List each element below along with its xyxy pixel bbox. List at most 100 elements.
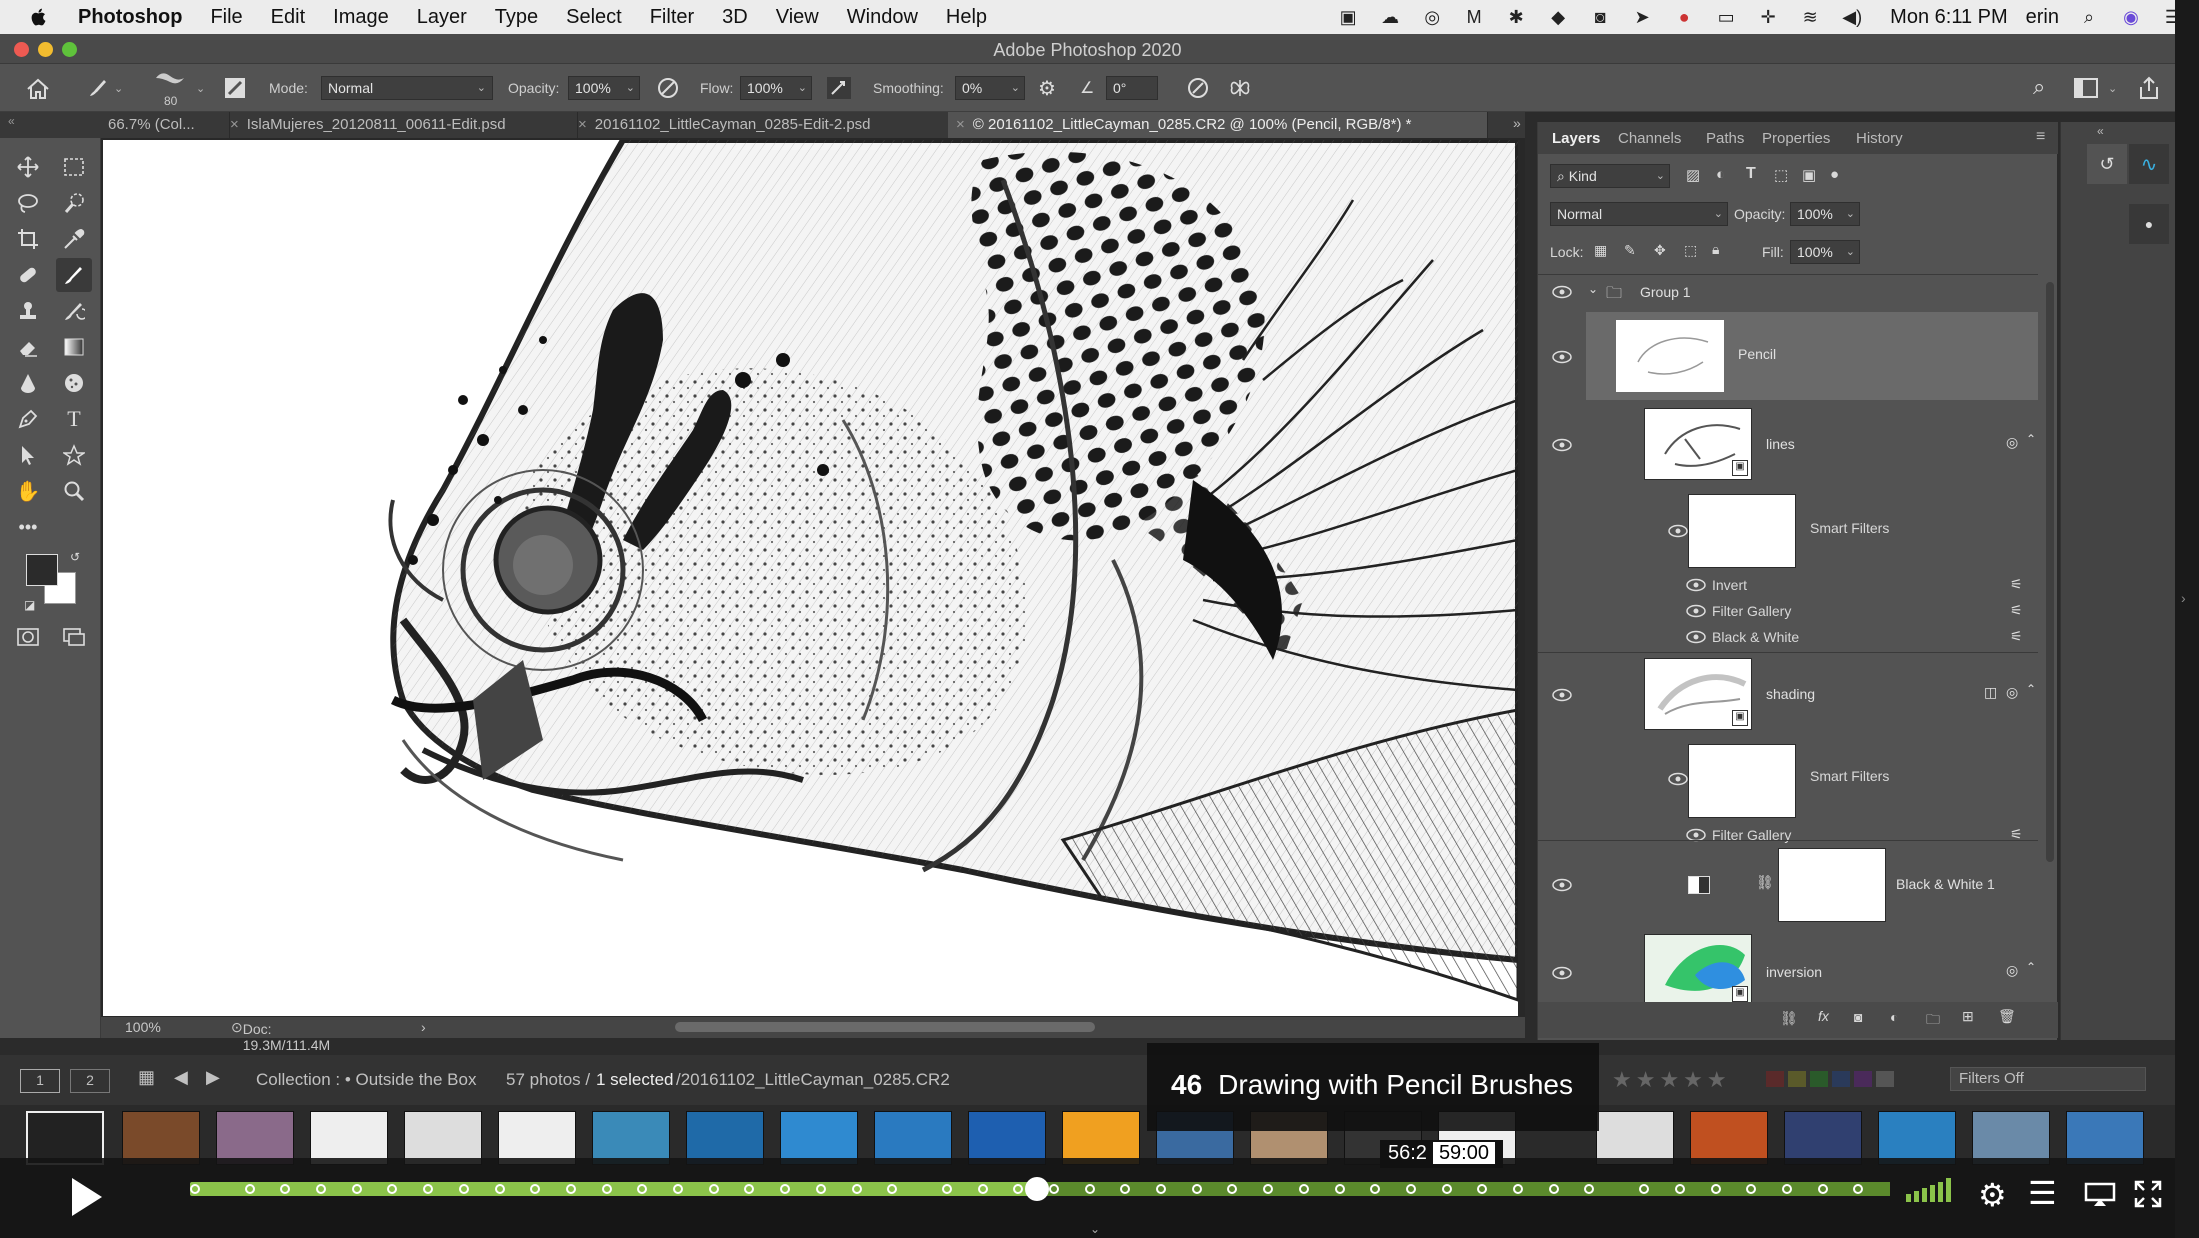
airbrush-icon[interactable] bbox=[826, 76, 852, 100]
record-icon[interactable]: ● bbox=[1672, 6, 1696, 28]
apple-icon[interactable] bbox=[28, 6, 50, 28]
swap-colors-icon[interactable]: ↺ bbox=[70, 550, 80, 564]
chapter-marker[interactable] bbox=[816, 1184, 826, 1194]
close-tab-icon[interactable]: × bbox=[578, 116, 587, 133]
chapter-marker[interactable] bbox=[1513, 1184, 1523, 1194]
visibility-eye-icon[interactable] bbox=[1552, 350, 1572, 364]
share-icon[interactable] bbox=[2138, 76, 2160, 100]
menubar-clock[interactable]: Mon 6:11 PM bbox=[1890, 6, 2007, 29]
chapters-list-icon[interactable]: ☰ bbox=[2028, 1174, 2057, 1212]
filter-options-icon[interactable]: ⚟ bbox=[2010, 602, 2023, 619]
chapter-marker[interactable] bbox=[1335, 1184, 1345, 1194]
foreground-color-swatch-top[interactable] bbox=[26, 554, 58, 586]
filmstrip-thumb[interactable] bbox=[1784, 1111, 1862, 1165]
dropbox-icon[interactable]: ◆ bbox=[1546, 6, 1570, 28]
filmstrip-thumb[interactable] bbox=[26, 1111, 104, 1165]
wifi-icon[interactable]: ≋ bbox=[1798, 6, 1822, 28]
one-password-icon[interactable]: ◎ bbox=[1420, 6, 1444, 28]
visibility-eye-icon[interactable] bbox=[1686, 578, 1706, 592]
pressure-size-icon[interactable] bbox=[1186, 76, 1210, 100]
filter-smart-object-icon[interactable]: ▣ bbox=[1802, 166, 1816, 184]
monitor-1-button[interactable]: 1 bbox=[20, 1069, 60, 1093]
mode-select[interactable]: Normal ⌄ bbox=[321, 76, 493, 100]
m-app-icon[interactable]: M bbox=[1462, 6, 1486, 28]
chapter-marker[interactable] bbox=[1782, 1184, 1792, 1194]
zoom-tool-icon[interactable] bbox=[56, 474, 92, 508]
filter-toggle-icon[interactable]: ● bbox=[1830, 166, 1839, 183]
default-colors-icon[interactable]: ◪ bbox=[24, 598, 35, 612]
filmstrip-thumb[interactable] bbox=[592, 1111, 670, 1165]
video-timeline[interactable] bbox=[190, 1177, 1890, 1201]
filmstrip-thumb[interactable] bbox=[2066, 1111, 2144, 1165]
chapter-marker[interactable] bbox=[1120, 1184, 1130, 1194]
tab-paths[interactable]: Paths bbox=[1706, 130, 1744, 147]
filters-select[interactable]: Filters Off bbox=[1950, 1067, 2146, 1091]
chapter-marker[interactable] bbox=[1442, 1184, 1452, 1194]
history-brush-tool-icon[interactable] bbox=[56, 294, 92, 328]
chapter-marker[interactable] bbox=[673, 1184, 683, 1194]
expand-panels-icon[interactable]: « bbox=[2097, 124, 2104, 138]
chevron-right-icon[interactable]: › bbox=[2181, 590, 2186, 606]
chapter-marker[interactable] bbox=[1049, 1184, 1059, 1194]
layer-mask-thumbnail[interactable] bbox=[1778, 848, 1886, 922]
chapter-marker[interactable] bbox=[530, 1184, 540, 1194]
chapter-marker[interactable] bbox=[1639, 1184, 1649, 1194]
curves-panel-icon[interactable]: ∿ bbox=[2129, 144, 2169, 184]
crop-tool-icon[interactable] bbox=[10, 222, 46, 256]
chapter-marker[interactable] bbox=[495, 1184, 505, 1194]
visibility-eye-icon[interactable] bbox=[1686, 604, 1706, 618]
airplay-icon[interactable]: ▭ bbox=[1714, 6, 1738, 28]
adjustment-layer-row[interactable]: ⛓ Black & White 1 bbox=[1538, 842, 2038, 928]
filmstrip-thumb[interactable] bbox=[404, 1111, 482, 1165]
layer-row[interactable]: ▣ shading ◫ ◎ ⌃ bbox=[1538, 652, 2038, 738]
filmstrip-thumb[interactable] bbox=[1596, 1111, 1674, 1165]
visibility-eye-icon[interactable] bbox=[1552, 285, 1572, 299]
smart-filters-row[interactable]: Smart Filters bbox=[1538, 738, 2038, 822]
lock-artboard-icon[interactable]: ⬚ bbox=[1684, 242, 1697, 259]
layers-scrollbar[interactable] bbox=[2046, 282, 2054, 862]
grid-view-icon[interactable]: ▦ bbox=[138, 1067, 155, 1088]
new-group-icon[interactable]: 🗀︎ bbox=[1926, 1009, 1940, 1033]
menu-view[interactable]: View bbox=[776, 6, 819, 29]
quick-selection-tool-icon[interactable] bbox=[56, 186, 92, 220]
visibility-eye-icon[interactable] bbox=[1552, 878, 1572, 892]
chapter-marker[interactable] bbox=[1711, 1184, 1721, 1194]
volume-level-icon[interactable] bbox=[1906, 1178, 1951, 1202]
screen-mode-icon[interactable] bbox=[56, 620, 92, 654]
menu-photoshop[interactable]: Photoshop bbox=[78, 6, 182, 29]
eyedropper-tool-icon[interactable] bbox=[56, 222, 92, 256]
symmetry-butterfly-icon[interactable] bbox=[1228, 76, 1252, 100]
blend-mode-select[interactable]: Normal ⌄ bbox=[1550, 202, 1728, 226]
filmstrip-thumb[interactable] bbox=[1062, 1111, 1140, 1165]
blue-label-swatch[interactable] bbox=[1832, 1071, 1850, 1087]
quick-mask-icon[interactable] bbox=[10, 620, 46, 654]
search-icon[interactable]: ⌕ bbox=[2033, 74, 2045, 100]
new-adjustment-icon[interactable]: ◐ bbox=[1890, 1009, 1898, 1025]
tab-document-1[interactable]: 66.7% (Col... bbox=[100, 112, 230, 138]
delete-layer-icon[interactable]: 🗑︎ bbox=[1998, 1008, 2016, 1025]
filmstrip-thumb[interactable] bbox=[1972, 1111, 2050, 1165]
opacity-field[interactable]: 100% ⌄ bbox=[568, 76, 640, 100]
lock-transparent-icon[interactable]: ▦ bbox=[1594, 242, 1607, 259]
chevron-down-icon[interactable]: ⌄ bbox=[114, 82, 123, 95]
layer-group-row[interactable]: ⌄ 🗀︎ Group 1 bbox=[1538, 276, 2038, 308]
collapse-toolbar-icon[interactable]: « bbox=[8, 114, 15, 128]
chapter-marker[interactable] bbox=[245, 1184, 255, 1194]
filmstrip-thumb[interactable] bbox=[874, 1111, 952, 1165]
chapter-marker[interactable] bbox=[1156, 1184, 1166, 1194]
filmstrip-thumb[interactable] bbox=[780, 1111, 858, 1165]
chapter-marker[interactable] bbox=[709, 1184, 719, 1194]
filmstrip-thumb[interactable] bbox=[216, 1111, 294, 1165]
visibility-eye-icon[interactable] bbox=[1552, 438, 1572, 452]
collapse-chevron-icon[interactable]: ⌃ bbox=[2026, 432, 2036, 446]
document-canvas[interactable] bbox=[103, 140, 1518, 1016]
chapter-marker[interactable] bbox=[1853, 1184, 1863, 1194]
filter-options-icon[interactable]: ⚟ bbox=[2010, 628, 2023, 645]
tab-document-3[interactable]: × 20161102_LittleCayman_0285-Edit-2.psd bbox=[570, 112, 956, 138]
collapse-chevron-icon[interactable]: ⌃ bbox=[2026, 682, 2036, 696]
filmstrip-thumb[interactable] bbox=[686, 1111, 764, 1165]
chapter-marker[interactable] bbox=[852, 1184, 862, 1194]
menu-edit[interactable]: Edit bbox=[271, 6, 305, 29]
siri-icon[interactable]: ◉ bbox=[2119, 6, 2143, 28]
flow-field[interactable]: 100% ⌄ bbox=[740, 76, 812, 100]
